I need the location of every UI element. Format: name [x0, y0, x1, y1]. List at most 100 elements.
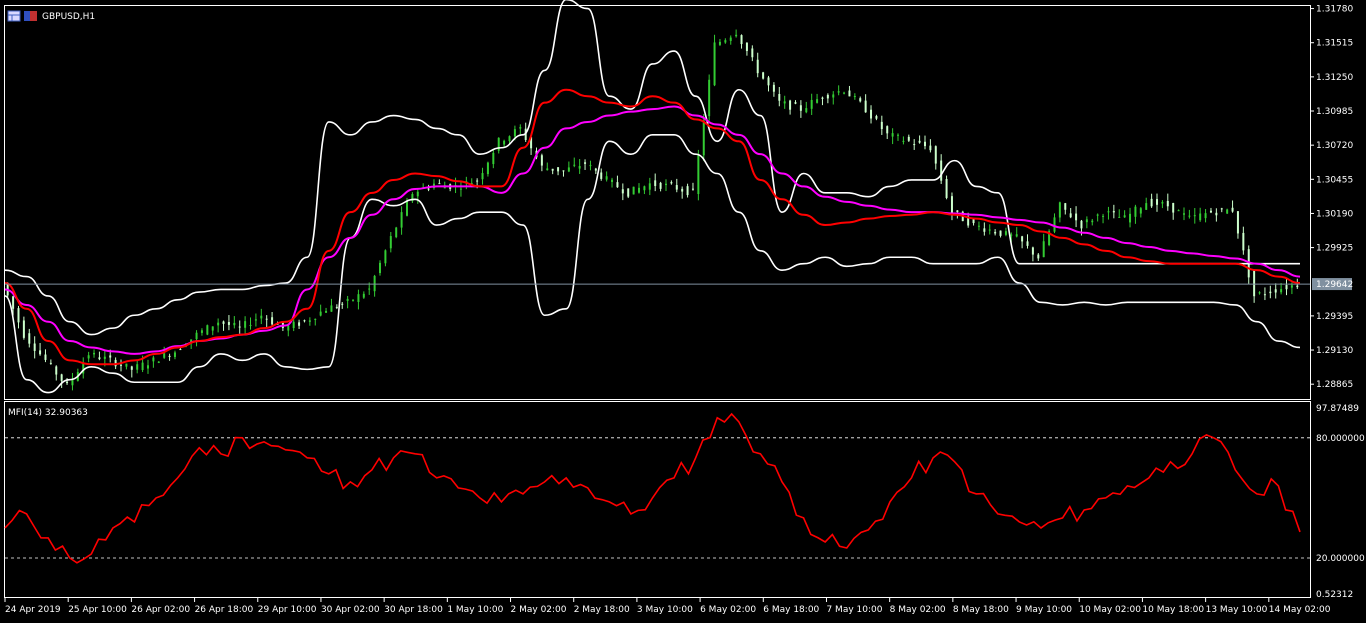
candle-body: [1085, 219, 1088, 223]
candle-body: [670, 182, 673, 184]
candle-body: [513, 129, 516, 137]
candle-body: [227, 322, 230, 325]
candle-body: [1156, 199, 1159, 205]
candle-body: [28, 333, 31, 344]
candle-body: [254, 319, 257, 321]
candle-body: [200, 330, 203, 333]
candle-body: [735, 34, 738, 37]
candle-body: [1215, 212, 1218, 216]
candle-body: [627, 188, 630, 197]
candle-body: [98, 357, 101, 360]
candle-body: [1080, 220, 1083, 229]
candle-body: [988, 229, 991, 231]
chart-window-icon[interactable]: [7, 10, 21, 22]
candle-body: [405, 201, 408, 216]
candle-body: [66, 381, 69, 384]
candle-body: [1161, 202, 1164, 204]
candle-body: [1182, 213, 1185, 215]
candle-body: [567, 167, 570, 172]
mfi-tick-label: 97.87489: [1316, 404, 1359, 414]
candle-body: [152, 357, 155, 362]
candle-body: [891, 133, 894, 137]
candle-body: [87, 355, 90, 359]
time-tick-label: 26 Apr 02:00: [131, 605, 190, 615]
candle-body: [206, 325, 209, 335]
time-tick-label: 2 May 18:00: [574, 605, 630, 615]
candle-body: [1096, 214, 1099, 216]
candle-body: [907, 136, 910, 141]
candle-body: [319, 311, 322, 316]
candle-body: [859, 98, 862, 102]
time-tick-label: 29 Apr 10:00: [258, 605, 317, 615]
candle-body: [1042, 241, 1045, 258]
candle-body: [1220, 208, 1223, 210]
candle-body: [486, 162, 489, 175]
candle-body: [362, 293, 365, 298]
candle-body: [740, 35, 743, 45]
candle-body: [384, 250, 387, 264]
candle-body: [1026, 241, 1029, 246]
candle-body: [573, 164, 576, 166]
candle-body: [762, 72, 765, 79]
price-tick-label: 1.31780: [1316, 5, 1353, 15]
candle-body: [902, 140, 905, 142]
candle-body: [551, 168, 554, 171]
candle-body: [163, 353, 166, 358]
price-tick-label: 1.30985: [1316, 107, 1353, 117]
candle-body: [789, 100, 792, 110]
candle-body: [810, 99, 813, 109]
candle-body: [12, 296, 15, 309]
price-tick-label: 1.31250: [1316, 73, 1353, 83]
candle-body: [146, 365, 149, 369]
candle-body: [1112, 211, 1115, 213]
candle-body: [125, 363, 128, 367]
candle-body: [1069, 213, 1072, 218]
candle-body: [39, 350, 42, 355]
candle-body: [330, 305, 333, 312]
candle-body: [994, 231, 997, 234]
candle-body: [1058, 202, 1061, 218]
candle-body: [157, 361, 160, 363]
candle-body: [271, 317, 274, 325]
time-tick-label: 10 May 18:00: [1142, 605, 1204, 615]
candle-body: [600, 172, 603, 179]
candle-body: [708, 79, 711, 117]
candle-body: [870, 109, 873, 119]
candle-body: [999, 230, 1002, 236]
candle-body: [292, 321, 295, 329]
candle-body: [476, 180, 479, 182]
candle-body: [799, 105, 802, 111]
candle-body: [675, 185, 678, 190]
candle-body: [244, 321, 247, 328]
candle-body: [1209, 210, 1212, 213]
candle-body: [352, 299, 355, 301]
candle-body: [557, 167, 560, 172]
candle-body: [1193, 215, 1196, 217]
current-price-label: 1.29642: [1316, 280, 1353, 290]
time-tick-label: 3 May 10:00: [637, 605, 693, 615]
candle-body: [562, 170, 565, 172]
candle-body: [686, 186, 689, 196]
time-tick-label: 14 May 02:00: [1269, 605, 1331, 615]
symbol-title: GBPUSD,H1: [42, 12, 95, 22]
candle-body: [724, 40, 727, 43]
candle-body: [44, 354, 47, 360]
candle-body: [233, 322, 236, 326]
candle-body: [22, 320, 25, 338]
candle-body: [346, 298, 349, 301]
time-tick-label: 30 Apr 02:00: [321, 605, 380, 615]
time-tick-label: 30 Apr 18:00: [384, 605, 443, 615]
candle-body: [427, 188, 430, 190]
candle-body: [621, 189, 624, 194]
candle-body: [211, 326, 214, 331]
candle-body: [718, 41, 721, 45]
candle-body: [1188, 215, 1191, 217]
candle-body: [1236, 211, 1239, 234]
price-tick-label: 1.31515: [1316, 39, 1353, 49]
time-tick-label: 10 May 02:00: [1079, 605, 1141, 615]
candle-body: [1172, 203, 1175, 213]
candle-body: [519, 127, 522, 129]
candle-body: [983, 228, 986, 232]
candle-body: [886, 126, 889, 134]
candle-body: [638, 187, 641, 193]
